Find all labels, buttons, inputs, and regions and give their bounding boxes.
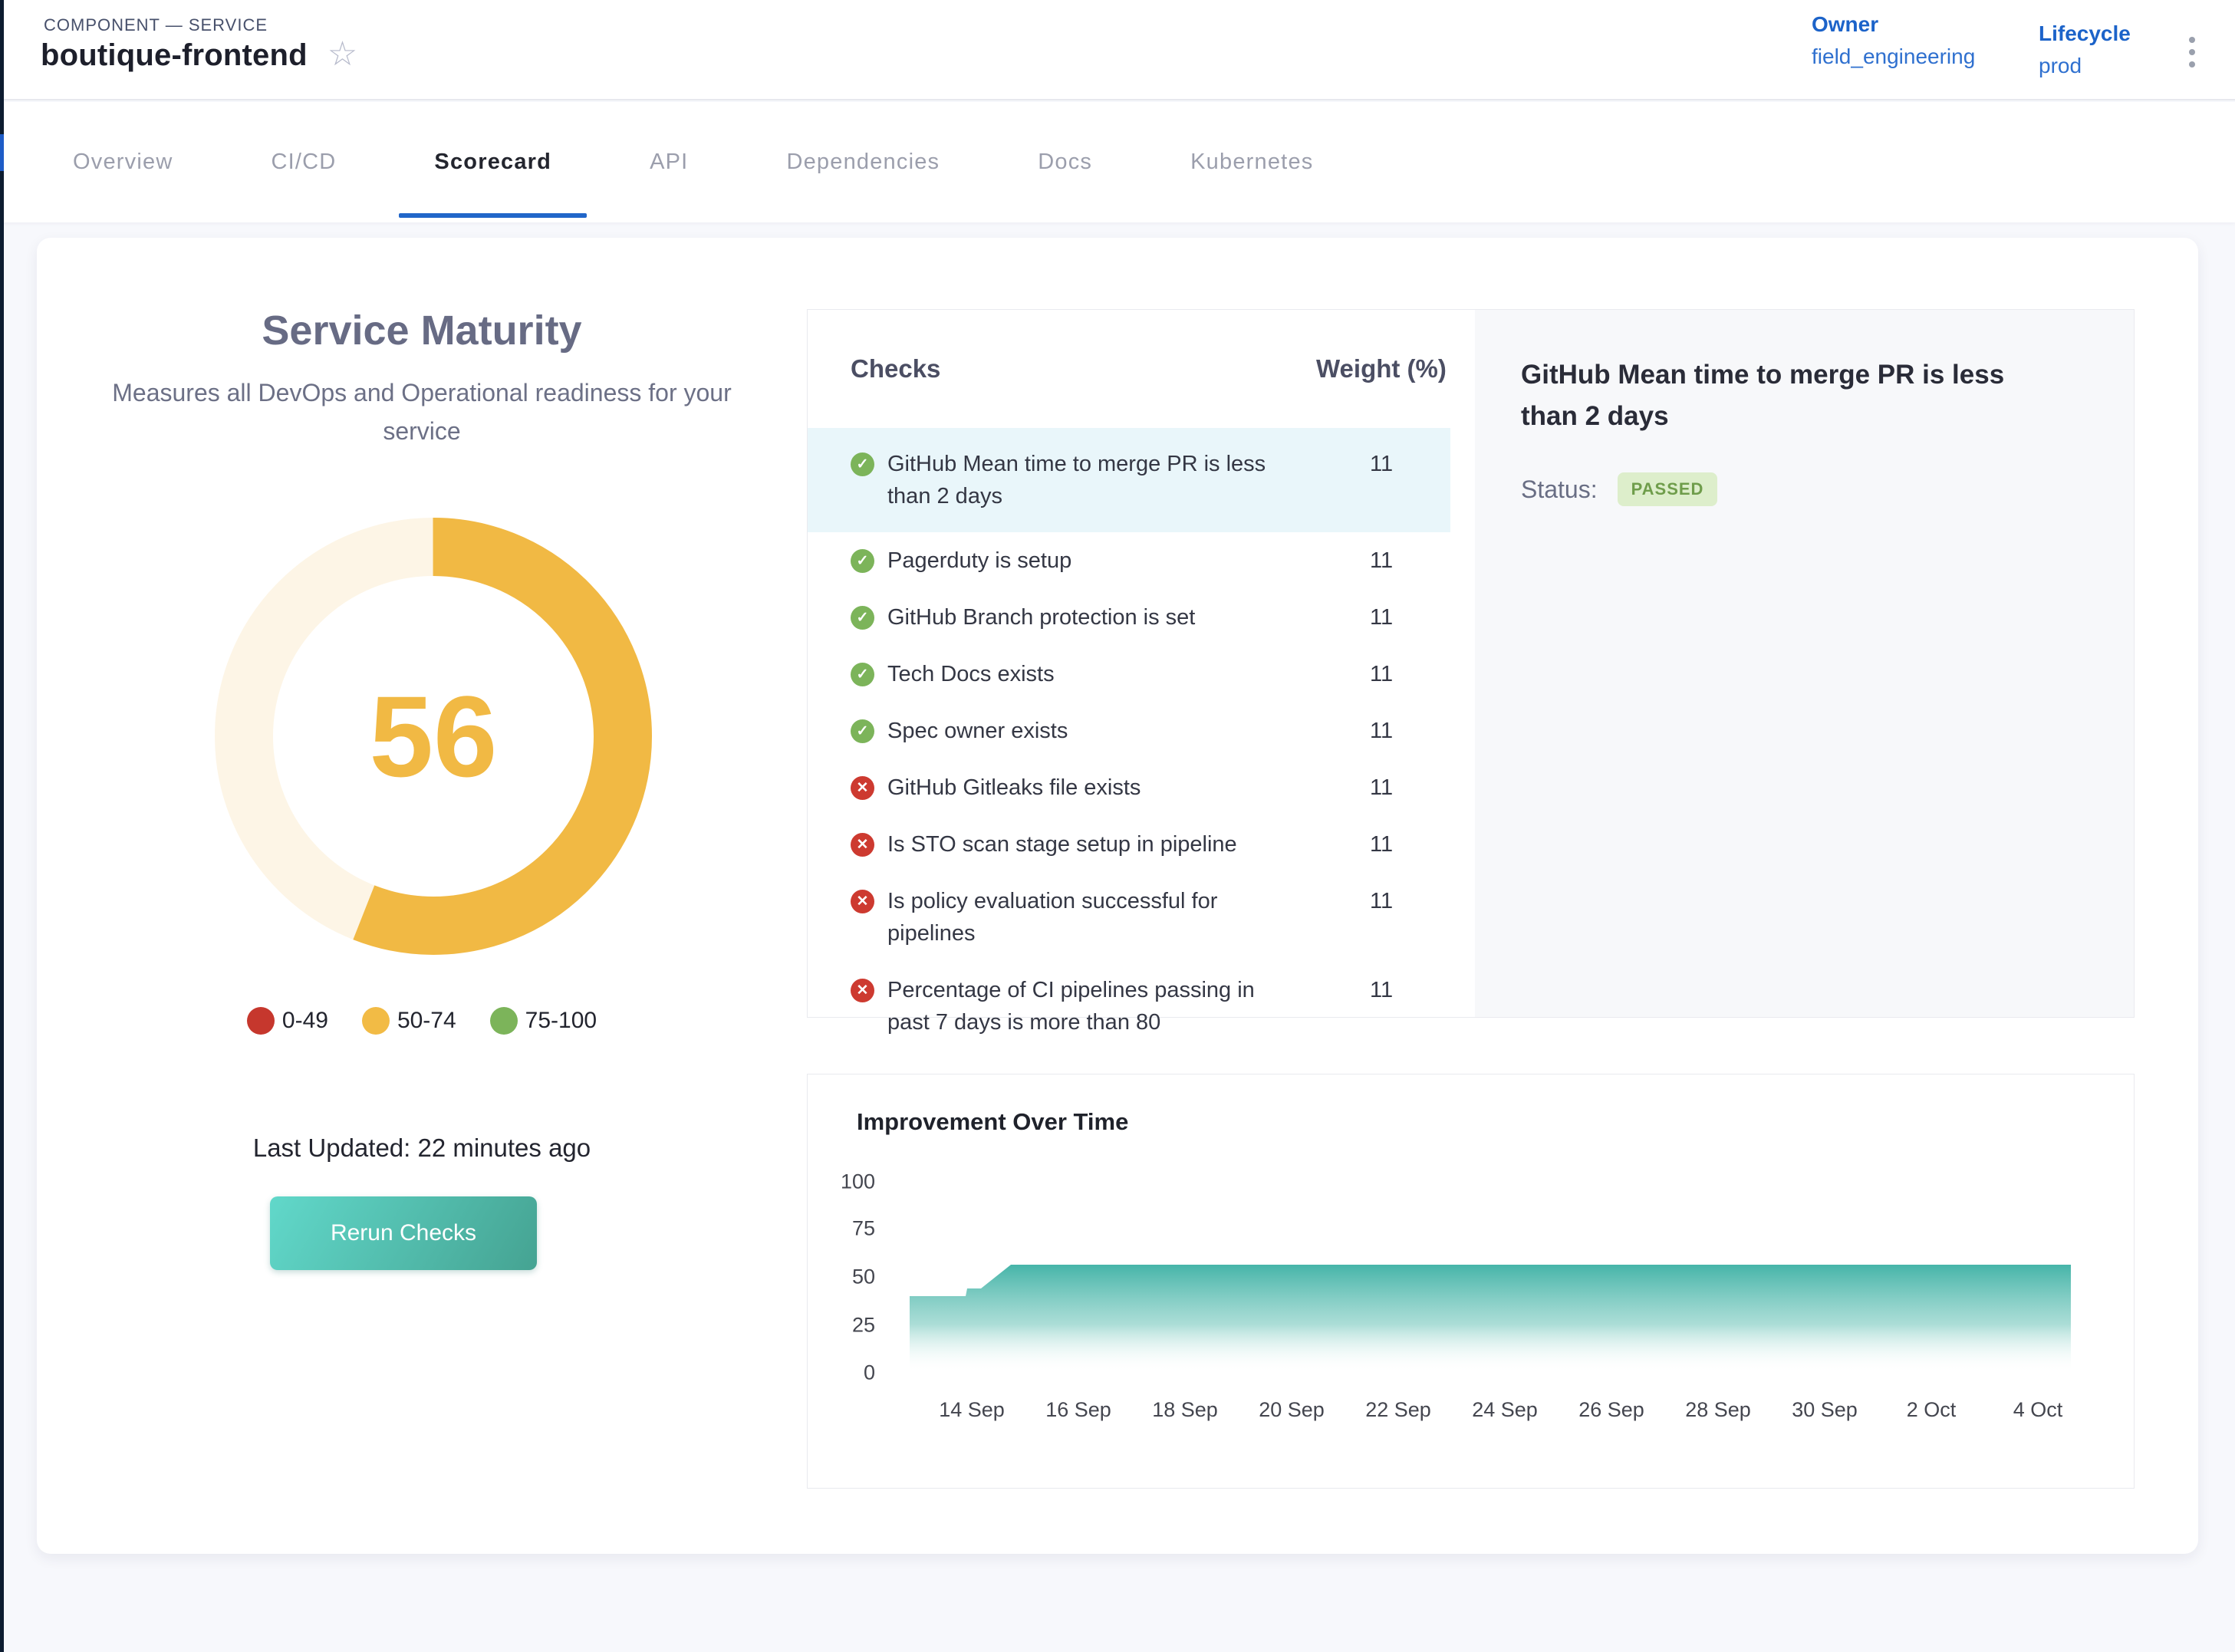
page-title: boutique-frontend — [41, 38, 308, 73]
y-axis-tick: 50 — [829, 1265, 875, 1289]
legend-dot — [362, 1007, 390, 1035]
area-chart-svg — [808, 1074, 2135, 1489]
check-label: Is policy evaluation successful for pipe… — [887, 885, 1316, 949]
tab-api[interactable]: API — [614, 102, 723, 222]
check-label: GitHub Mean time to merge PR is less tha… — [887, 448, 1316, 512]
check-label: GitHub Branch protection is set — [887, 601, 1316, 633]
legend-item: 50-74 — [362, 1007, 456, 1035]
check-weight: 11 — [1316, 601, 1450, 633]
check-weight: 11 — [1316, 885, 1450, 917]
check-label: Pagerduty is setup — [887, 545, 1316, 577]
tab-scorecard[interactable]: Scorecard — [399, 102, 587, 222]
check-weight: 11 — [1316, 828, 1450, 861]
improvement-chart: Improvement Over Time 100755025014 Sep16… — [807, 1074, 2135, 1489]
legend-item: 0-49 — [247, 1007, 328, 1035]
scorecard-subtitle: Measures all DevOps and Operational read… — [92, 374, 752, 450]
x-axis-tick: 16 Sep — [1045, 1398, 1111, 1422]
check-weight: 11 — [1316, 974, 1450, 1006]
tab-kubernetes[interactable]: Kubernetes — [1155, 102, 1348, 222]
rerun-checks-button[interactable]: Rerun Checks — [270, 1196, 537, 1270]
weight-column-header: Weight (%) — [1316, 354, 1450, 383]
collapsed-sidebar-edge — [0, 0, 4, 1652]
check-label: Spec owner exists — [887, 715, 1316, 747]
status-label: Status: — [1521, 476, 1598, 504]
check-weight: 11 — [1316, 715, 1450, 747]
sidebar-active-indicator — [0, 134, 4, 171]
check-passed-icon: ✓ — [851, 452, 874, 476]
check-failed-icon: ✕ — [851, 833, 874, 857]
y-axis-tick: 100 — [829, 1170, 875, 1194]
status-badge: PASSED — [1618, 472, 1718, 506]
check-failed-icon: ✕ — [851, 776, 874, 800]
scorecard-title: Service Maturity — [37, 307, 807, 354]
favorite-star-icon[interactable]: ☆ — [328, 38, 357, 71]
x-axis-tick: 28 Sep — [1685, 1398, 1751, 1422]
check-label: Percentage of CI pipelines passing in pa… — [887, 974, 1316, 1038]
check-row[interactable]: ✓ Tech Docs exists11 — [808, 646, 1450, 703]
check-weight: 11 — [1316, 658, 1450, 690]
check-row[interactable]: ✕ GitHub Gitleaks file exists11 — [808, 759, 1450, 816]
check-weight: 11 — [1316, 772, 1450, 804]
x-axis-tick: 18 Sep — [1152, 1398, 1218, 1422]
y-axis-tick: 75 — [829, 1217, 875, 1241]
checks-column-header: Checks — [851, 354, 1316, 383]
tab-ci-cd[interactable]: CI/CD — [235, 102, 371, 222]
check-row[interactable]: ✓ Pagerduty is setup11 — [808, 532, 1450, 589]
score-donut-chart: 56 — [215, 518, 652, 955]
lifecycle-label: Lifecycle — [2039, 21, 2131, 46]
tab-overview[interactable]: Overview — [38, 102, 208, 222]
check-label: Is STO scan stage setup in pipeline — [887, 828, 1316, 861]
check-row[interactable]: ✓ GitHub Branch protection is set11 — [808, 589, 1450, 646]
tab-docs[interactable]: Docs — [1002, 102, 1127, 222]
scorecard-card: Service Maturity Measures all DevOps and… — [37, 238, 2198, 1554]
owner-value[interactable]: field_engineering — [1812, 44, 1975, 69]
check-detail-panel: GitHub Mean time to merge PR is less tha… — [1475, 310, 2134, 1017]
check-label: Tech Docs exists — [887, 658, 1316, 690]
check-passed-icon: ✓ — [851, 549, 874, 573]
breadcrumb: COMPONENT — SERVICE — [44, 15, 268, 35]
score-summary: Service Maturity Measures all DevOps and… — [37, 238, 807, 450]
check-detail-title: GitHub Mean time to merge PR is less tha… — [1521, 354, 2058, 437]
y-axis-tick: 25 — [829, 1314, 875, 1338]
x-axis-tick: 14 Sep — [939, 1398, 1005, 1422]
checks-panel: Checks Weight (%) ✓ GitHub Mean time to m… — [807, 309, 2135, 1018]
x-axis-tick: 30 Sep — [1792, 1398, 1858, 1422]
legend-dot — [247, 1007, 275, 1035]
check-failed-icon: ✕ — [851, 979, 874, 1002]
kebab-menu-icon[interactable] — [2183, 31, 2201, 74]
page-header: COMPONENT — SERVICE boutique-frontend ☆ … — [0, 0, 2235, 100]
check-row[interactable]: ✕ Percentage of CI pipelines passing in p… — [808, 962, 1450, 1051]
check-failed-icon: ✕ — [851, 890, 874, 913]
lifecycle-value: prod — [2039, 54, 2131, 78]
x-axis-tick: 20 Sep — [1259, 1398, 1325, 1422]
score-value: 56 — [215, 518, 652, 955]
check-row[interactable]: ✕ Is STO scan stage setup in pipeline11 — [808, 816, 1450, 873]
legend-dot — [490, 1007, 518, 1035]
check-passed-icon: ✓ — [851, 606, 874, 630]
checks-table: Checks Weight (%) ✓ GitHub Mean time to m… — [808, 310, 1475, 1017]
check-label: GitHub Gitleaks file exists — [887, 772, 1316, 804]
last-updated-text: Last Updated: 22 minutes ago — [37, 1134, 807, 1163]
tab-dependencies[interactable]: Dependencies — [751, 102, 975, 222]
x-axis-tick: 24 Sep — [1472, 1398, 1538, 1422]
x-axis-tick: 22 Sep — [1365, 1398, 1431, 1422]
check-passed-icon: ✓ — [851, 719, 874, 743]
owner-label: Owner — [1812, 12, 1975, 37]
check-row[interactable]: ✓ Spec owner exists11 — [808, 703, 1450, 759]
check-weight: 11 — [1316, 545, 1450, 577]
tab-bar: OverviewCI/CDScorecardAPI DependenciesDoc… — [0, 102, 2235, 222]
x-axis-tick: 2 Oct — [1907, 1398, 1957, 1422]
check-weight: 11 — [1316, 448, 1450, 480]
x-axis-tick: 26 Sep — [1578, 1398, 1644, 1422]
check-row[interactable]: ✓ GitHub Mean time to merge PR is less th… — [808, 428, 1450, 532]
check-passed-icon: ✓ — [851, 663, 874, 686]
legend-item: 75-100 — [490, 1007, 597, 1035]
score-legend: 0-49 50-74 75-100 — [37, 1007, 807, 1035]
x-axis-tick: 4 Oct — [2013, 1398, 2063, 1422]
check-row[interactable]: ✕ Is policy evaluation successful for pip… — [808, 873, 1450, 962]
y-axis-tick: 0 — [829, 1361, 875, 1385]
